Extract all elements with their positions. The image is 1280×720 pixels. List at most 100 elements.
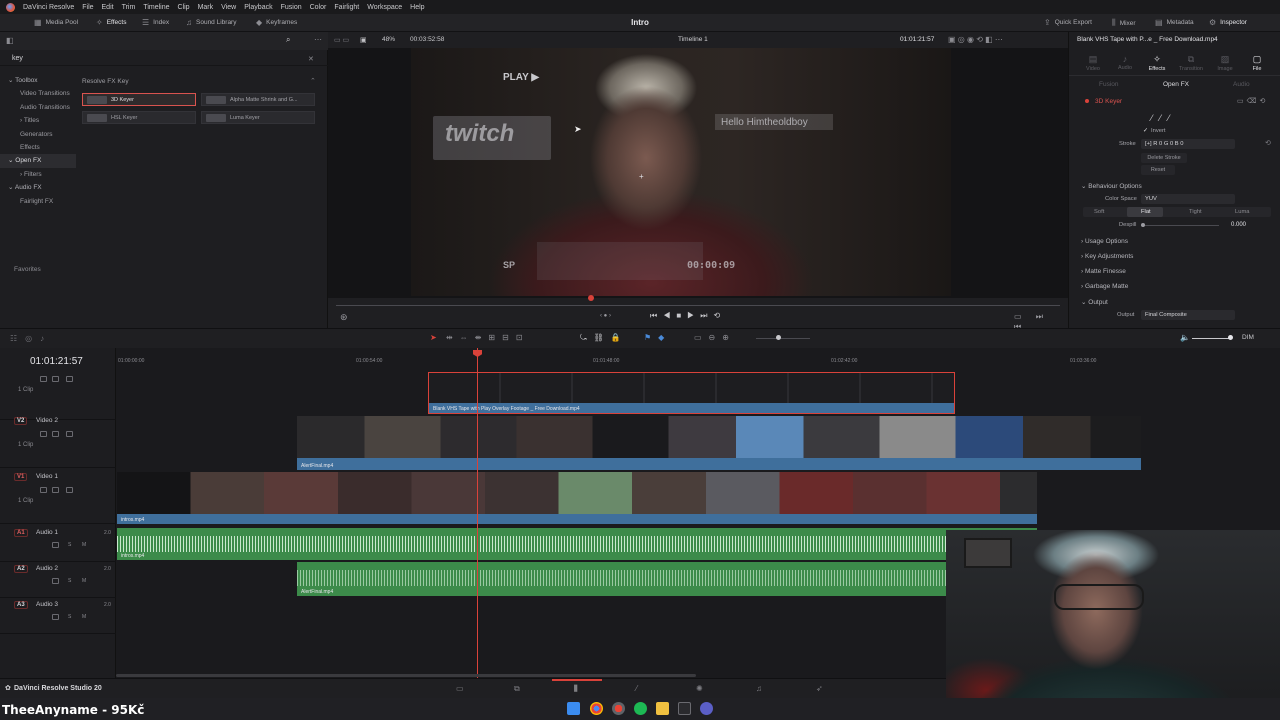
timeline-timecode[interactable]: 01:01:21:57 xyxy=(30,356,83,367)
effect-enabled-dot[interactable] xyxy=(1085,99,1089,103)
fx-tile-alpha-matte[interactable]: Alpha Matte Shrink and G... xyxy=(201,93,315,106)
media-page-icon[interactable]: ▭ xyxy=(456,684,464,693)
tree-item-audio-transitions[interactable]: Audio Transitions xyxy=(0,101,76,114)
despill-slider[interactable] xyxy=(1141,225,1219,226)
track-id[interactable]: A1 xyxy=(14,529,28,537)
playhead-line[interactable] xyxy=(477,348,478,678)
lock-track-icon[interactable] xyxy=(40,431,47,437)
menu-clip[interactable]: Clip xyxy=(178,4,190,11)
recording-app-icon[interactable] xyxy=(612,702,625,715)
timeline-zoom-knob[interactable] xyxy=(776,335,781,340)
lock-track-icon[interactable] xyxy=(52,542,59,548)
davinci-taskbar-icon[interactable] xyxy=(678,702,691,715)
lock-track-icon[interactable] xyxy=(52,578,59,584)
menu-mark[interactable]: Mark xyxy=(198,4,214,11)
menu-help[interactable]: Help xyxy=(410,4,424,11)
mixer-button[interactable]: ⫼ Mixer xyxy=(1112,18,1136,28)
media-pool-button[interactable]: ▦ Media Pool xyxy=(34,18,78,27)
scrub-playhead[interactable] xyxy=(588,295,594,301)
volume-knob[interactable] xyxy=(1228,335,1233,340)
tab-image[interactable]: ▨ Image xyxy=(1209,54,1241,72)
fx-tile-luma-keyer[interactable]: Luma Keyer xyxy=(201,111,315,124)
tab-file[interactable]: ▢ File xyxy=(1241,54,1273,72)
clip-alert-final-video[interactable]: AlertFinal.mp4 xyxy=(297,416,1141,470)
fairlight-page-icon[interactable]: ♫ xyxy=(756,684,762,693)
layout-icon[interactable]: ▭ ▭ xyxy=(334,36,349,44)
toggle-track-icon[interactable] xyxy=(66,487,73,493)
menu-fusion[interactable]: Fusion xyxy=(281,4,302,11)
clear-search-icon[interactable]: ✕ xyxy=(308,55,314,63)
timeline-scrollbar[interactable] xyxy=(116,674,696,677)
sound-library-button[interactable]: ♫ Sound Library xyxy=(186,18,236,27)
snap-link-lock-icons[interactable]: ⤿⛓🔒 xyxy=(580,333,628,343)
menu-view[interactable]: View xyxy=(221,4,236,11)
tab-transition[interactable]: ⧉ Transition xyxy=(1175,54,1207,72)
output-dropdown[interactable]: Final Composite xyxy=(1141,310,1235,320)
reset-button[interactable]: Reset xyxy=(1141,165,1175,175)
clip-vhs-tape[interactable]: Blank VHS Tape with Play Overlay Footage… xyxy=(428,372,955,414)
reset-stroke-icon[interactable]: ⟲ xyxy=(1265,139,1271,147)
clip-intros-audio[interactable]: intros.mp4 xyxy=(117,528,1037,560)
zoom-dropdown[interactable]: 48% xyxy=(382,36,395,43)
section-output[interactable]: ⌄ Output xyxy=(1081,298,1108,306)
effect-name[interactable]: 3D Keyer xyxy=(1095,98,1122,105)
collapse-icon[interactable]: ⌃ xyxy=(310,77,316,85)
tab-effects[interactable]: ✧ Effects xyxy=(1141,54,1173,72)
tree-item-video-transitions[interactable]: Video Transitions xyxy=(0,87,76,100)
more-options-icon[interactable]: ⋯ xyxy=(314,35,322,44)
mute-button[interactable]: M xyxy=(82,614,86,620)
metadata-button[interactable]: ▤ Metadata xyxy=(1155,18,1194,27)
auto-select-icon[interactable] xyxy=(52,431,59,437)
lock-track-icon[interactable] xyxy=(40,376,47,382)
effects-button[interactable]: ✧ Effects xyxy=(96,18,126,27)
subtab-open-fx[interactable]: Open FX xyxy=(1163,81,1189,88)
section-key-adjustments[interactable]: › Key Adjustments xyxy=(1081,253,1133,260)
auto-select-icon[interactable] xyxy=(52,376,59,382)
cut-page-icon[interactable]: ⧉ xyxy=(514,684,520,694)
windows-start-icon[interactable] xyxy=(567,702,580,715)
viewer-settings-icon[interactable]: ⊛ xyxy=(340,312,348,323)
color-page-icon[interactable]: ✺ xyxy=(696,684,703,693)
edit-tools[interactable]: ⇹⇔⇼⊞⊟⊡ xyxy=(446,333,530,342)
viewer-mode-icon[interactable]: ▣ xyxy=(360,36,367,44)
tree-item-toolbox[interactable]: ⌄ Toolbox xyxy=(0,74,76,87)
track-id[interactable]: V2 xyxy=(14,417,28,425)
toggle-track-icon[interactable] xyxy=(66,431,73,437)
index-button[interactable]: ☰ Index xyxy=(142,18,169,27)
tree-item-filters[interactable]: › Filters xyxy=(0,168,76,181)
despill-slider-knob[interactable] xyxy=(1141,223,1145,227)
track-id[interactable]: V1 xyxy=(14,473,28,481)
menu-workspace[interactable]: Workspace xyxy=(367,4,402,11)
menu-timeline[interactable]: Timeline xyxy=(143,4,169,11)
inspector-button[interactable]: ⚙ Inspector xyxy=(1209,18,1247,27)
solo-button[interactable]: S xyxy=(68,542,71,548)
mode-tight[interactable]: Tight xyxy=(1189,209,1202,215)
stroke-field[interactable]: [+] R 0 G 0 B 0 xyxy=(1141,139,1235,149)
mute-button[interactable]: M xyxy=(82,578,86,584)
dim-button[interactable]: DIM xyxy=(1242,334,1254,341)
subtab-audio[interactable]: Audio xyxy=(1233,81,1250,88)
tab-video[interactable]: ▤ Video xyxy=(1077,54,1109,72)
jog-control[interactable]: ‹ ● › xyxy=(600,313,611,319)
tree-item-open-fx[interactable]: ⌄ Open FX xyxy=(0,154,76,168)
mode-luma[interactable]: Luma xyxy=(1235,209,1250,215)
scrub-bar[interactable] xyxy=(336,305,1060,306)
tree-item-generators[interactable]: Generators xyxy=(0,128,76,141)
discord-icon[interactable] xyxy=(700,702,713,715)
spotify-icon[interactable] xyxy=(634,702,647,715)
solo-button[interactable]: S xyxy=(68,614,71,620)
menu-playback[interactable]: Playback xyxy=(244,4,272,11)
viewer[interactable]: PLAY ▶ twitch Hello Himtheoldboy SP 00:0… xyxy=(328,48,1068,298)
menu-file[interactable]: File xyxy=(82,4,93,11)
search-input[interactable]: key xyxy=(12,55,23,62)
invert-checkbox[interactable]: ✓ xyxy=(1143,127,1148,134)
chrome-icon[interactable] xyxy=(590,702,603,715)
tree-item-effects[interactable]: Effects xyxy=(0,141,76,154)
file-explorer-icon[interactable] xyxy=(656,702,669,715)
edit-page-icon[interactable]: ⫼ xyxy=(574,684,578,694)
deliver-page-icon[interactable]: ➶ xyxy=(816,684,823,693)
track-id[interactable]: A3 xyxy=(14,601,28,609)
fusion-page-icon[interactable]: ⁄ xyxy=(636,684,637,693)
zoom-icons[interactable]: ▭⊖⊕ xyxy=(694,333,736,342)
auto-select-icon[interactable] xyxy=(52,487,59,493)
